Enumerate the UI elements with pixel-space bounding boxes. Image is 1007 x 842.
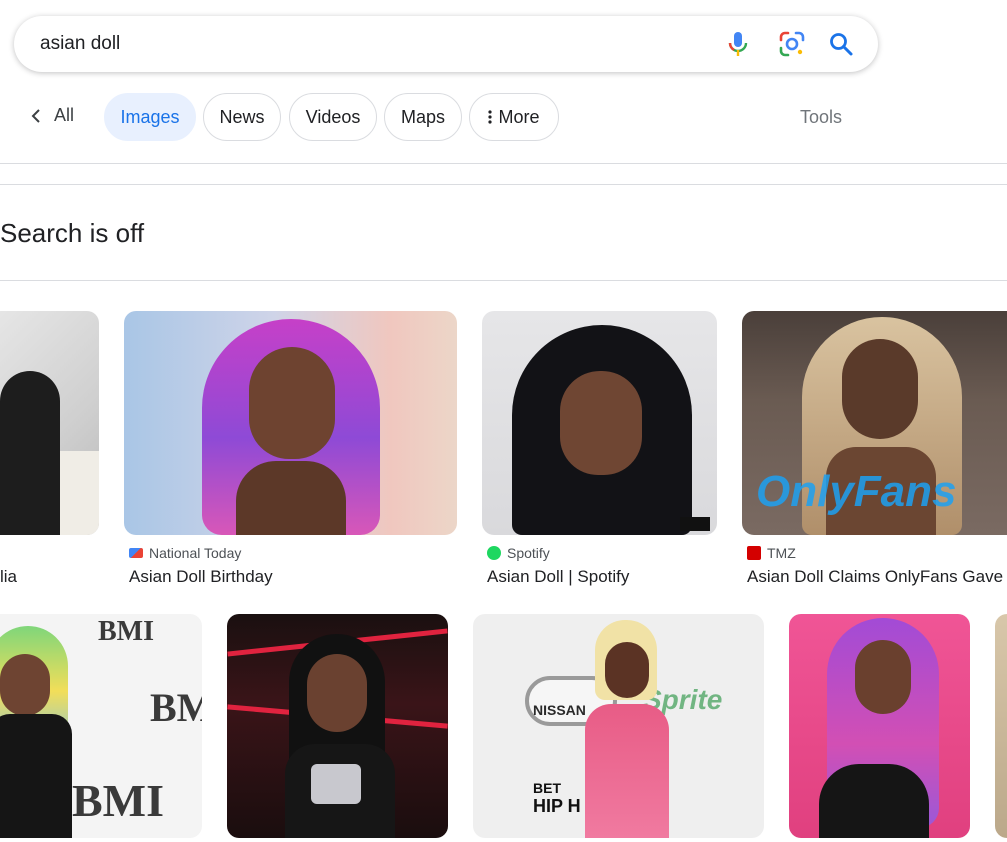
search-bar[interactable]: asian doll: [14, 16, 878, 72]
result-source-label: National Today: [149, 545, 242, 561]
divider: [0, 280, 1007, 281]
result-source-label: TMZ: [767, 545, 796, 561]
result-source: TMZ: [747, 545, 796, 561]
spotify-icon: [487, 546, 501, 560]
image-result[interactable]: NISSAN Sprite BET HIP H: [473, 614, 764, 838]
divider: [0, 163, 1007, 164]
search-input[interactable]: asian doll: [40, 33, 120, 55]
tab-maps[interactable]: Maps: [384, 93, 462, 141]
nissan-logo-text: NISSAN: [533, 702, 586, 718]
tab-videos-label: Videos: [305, 106, 361, 127]
tab-all[interactable]: All: [30, 105, 74, 126]
parental-advisory-badge: [680, 517, 710, 531]
onlyfans-watermark: OnlyFans: [756, 467, 957, 516]
image-result[interactable]: [227, 614, 448, 838]
result-title[interactable]: Asian Doll Claims OnlyFans Gave: [747, 567, 1003, 587]
more-vert-icon: [488, 110, 493, 124]
result-source: National Today: [129, 545, 241, 561]
hiphop-logo-text: HIP H: [533, 796, 581, 816]
google-lens-icon[interactable]: [779, 31, 805, 57]
tab-more[interactable]: More: [469, 93, 559, 141]
tab-all-label: All: [54, 105, 75, 125]
bmi-logo-text: BMI: [72, 775, 164, 826]
tools-button[interactable]: Tools: [800, 107, 842, 128]
tab-news[interactable]: News: [203, 93, 281, 141]
chevron-left-icon: [31, 108, 40, 123]
tab-images[interactable]: Images: [104, 93, 196, 141]
divider: [0, 184, 1007, 185]
image-result[interactable]: [124, 311, 457, 535]
image-result[interactable]: [0, 311, 99, 535]
image-result[interactable]: BMI BMI BMI: [0, 614, 202, 838]
search-off-notice: Search is off: [0, 218, 145, 248]
bmi-logo-text: BMI: [98, 616, 154, 647]
bmi-logo-text: BMI: [150, 685, 202, 730]
image-result[interactable]: [482, 311, 717, 535]
image-result[interactable]: [789, 614, 970, 838]
result-title[interactable]: Asian Doll | Spotify: [487, 567, 629, 587]
result-title[interactable]: lia: [0, 567, 17, 587]
result-title[interactable]: Asian Doll Birthday: [129, 567, 273, 587]
image-result[interactable]: OnlyFans: [742, 311, 1007, 535]
image-result[interactable]: [995, 614, 1007, 838]
bet-logo-text: BET: [533, 780, 561, 796]
search-icon[interactable]: [828, 31, 854, 57]
result-source: Spotify: [487, 545, 550, 561]
tab-news-label: News: [219, 106, 265, 127]
tab-images-label: Images: [120, 106, 180, 127]
tab-maps-label: Maps: [400, 106, 445, 127]
tmz-favicon-icon: [747, 546, 761, 560]
tab-more-label: More: [498, 106, 540, 127]
microphone-icon[interactable]: [726, 29, 750, 59]
result-source-label: Spotify: [507, 545, 550, 561]
tab-videos[interactable]: Videos: [289, 93, 377, 141]
national-today-favicon-icon: [129, 548, 143, 558]
